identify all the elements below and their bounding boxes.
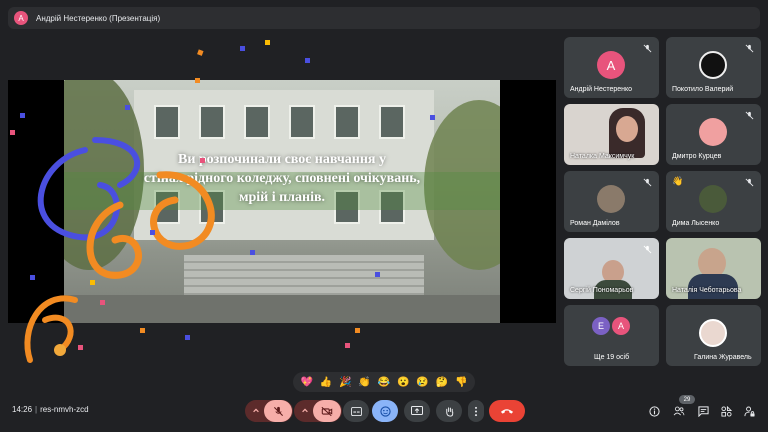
mic-toggle-button[interactable] [264,400,292,422]
participant-photo [699,51,727,79]
mic-off-icon [641,243,653,255]
activities-button[interactable] [719,404,733,418]
chat-icon [697,405,709,417]
participant-video-tile[interactable]: Наталія Чеботарьова [666,238,761,299]
participant-name: Покотило Валерий [672,86,734,93]
lock-person-icon [743,406,755,417]
presenter-avatar: А [14,11,28,25]
presenter-title: Андрій Нестеренко (Презентація) [36,13,161,23]
people-button[interactable] [672,404,686,418]
meeting-details-button[interactable] [647,404,661,418]
chat-button[interactable] [696,404,710,418]
activities-icon [720,405,732,417]
slide: Ви розпочинали своє навчання у стінах рі… [64,80,500,323]
more-options-button[interactable] [468,400,484,422]
participant-name: Андрій Нестеренко [570,86,633,93]
meeting-code: res-nmvh-zcd [40,405,89,414]
participant-photo [699,319,727,347]
reaction-thumbs-down[interactable]: 👎 [455,377,467,388]
camera-options-chevron-icon[interactable] [295,400,315,422]
mic-off-icon [743,109,755,121]
mic-off-icon [743,176,755,188]
camera-off-icon [321,406,333,416]
participant-avatar: А [612,317,630,335]
raise-hand-icon [445,406,453,417]
participant-photo [699,118,727,146]
mic-off-icon [641,42,653,54]
reactions-bar: 💖 👍 🎉 👏 😂 😮 😢 🤔 👎 [293,372,475,392]
participant-name: Дмитро Курцев [672,153,722,160]
hang-up-icon [500,409,514,414]
reaction-thumbs-up[interactable]: 👍 [320,377,332,388]
slide-line-1: Ви розпочинали своє навчання у [177,152,387,167]
participant-avatar: Е [592,317,610,335]
participant-tile[interactable]: Роман Дамілов [564,171,659,232]
emoji-icon [379,405,391,417]
slide-line-2: стінах рідного коледжу, сповнені очікува… [143,171,421,186]
captions-button[interactable] [343,400,369,422]
more-vert-icon [474,406,478,416]
participant-tile[interactable]: 👋 Дима Лысенко [666,171,761,232]
mic-options-chevron-icon[interactable] [246,400,266,422]
reaction-heart[interactable]: 💖 [300,377,312,388]
participant-video-tile[interactable]: Наталка Максимчук [564,104,659,165]
participant-tile[interactable]: Галина Журавель [666,305,761,366]
raise-hand-button[interactable] [436,400,462,422]
present-screen-button[interactable] [404,400,430,422]
participant-name: Наталка Максимчук [570,153,635,160]
participant-name: Дима Лысенко [672,220,720,227]
host-controls-button[interactable] [742,404,756,418]
camera-toggle-button[interactable] [313,400,341,422]
participant-tile[interactable]: Покотило Валерий [666,37,761,98]
mic-off-icon [641,176,653,188]
slide-line-3: мрій і планів. [238,190,326,205]
presenter-bar: А Андрій Нестеренко (Презентація) [8,7,760,29]
participant-video-tile[interactable]: Сергій Пономарьов [564,238,659,299]
participant-tile[interactable]: Дмитро Курцев [666,104,761,165]
participant-photo [597,185,625,213]
captions-icon [350,406,362,416]
slide-text: Ви розпочинали своє навчання у стінах рі… [64,150,500,207]
presentation-stage[interactable]: Ви розпочинали своє навчання у стінах рі… [8,80,556,323]
participant-name: Роман Дамілов [570,220,620,227]
more-participants-tile[interactable]: Е А Ще 19 осіб [564,305,659,366]
participant-name: Наталія Чеботарьова [672,287,742,294]
clock-time: 14:26 [12,405,33,414]
present-screen-icon [411,406,423,415]
emoji-button[interactable] [372,400,398,422]
participant-photo [699,185,727,213]
participant-tile[interactable]: А Андрій Нестеренко [564,37,659,98]
mic-off-icon [273,406,283,416]
reaction-clap[interactable]: 👏 [358,377,370,388]
participant-name: Галина Журавель [694,354,752,361]
people-count-badge: 29 [679,395,695,404]
reaction-laugh[interactable]: 😂 [378,377,390,388]
raised-hand-icon: 👋 [672,176,684,186]
slide-steps [184,255,424,300]
more-participants-label: Ще 19 осіб [594,354,630,361]
mic-off-icon [743,42,755,54]
reaction-party[interactable]: 🎉 [339,377,351,388]
reaction-sad[interactable]: 😢 [416,377,428,388]
reaction-surprised[interactable]: 😮 [397,377,409,388]
info-icon [648,405,660,417]
leave-call-button[interactable] [489,400,525,422]
participant-avatar: А [597,51,625,79]
meeting-info: 14:26 | res-nmvh-zcd [12,405,89,414]
participant-name: Сергій Пономарьов [570,287,634,294]
reaction-thinking[interactable]: 🤔 [436,377,448,388]
people-icon [673,406,685,416]
